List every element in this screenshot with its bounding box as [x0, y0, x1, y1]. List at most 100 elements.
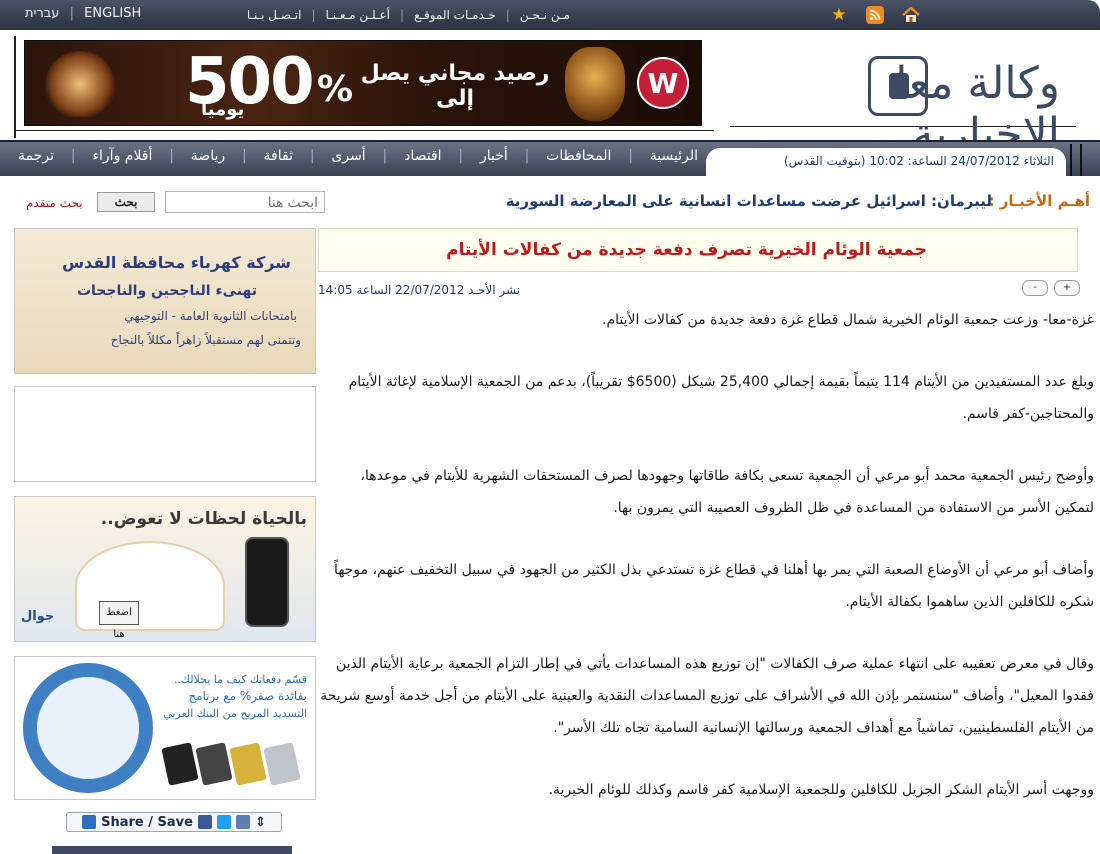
lantern-image — [45, 51, 115, 117]
article-paragraph: وأوضح رئيس الجمعية محمد أبو مرعي أن الجم… — [360, 468, 1094, 516]
article-paragraph: وبلغ عدد المستفيدين من الأيتام 114 يتيما… — [348, 374, 1094, 422]
lang-separator: | — [69, 6, 74, 21]
article-paragraph: وقال في معرض تعقيبه على انتهاء عملية صرف… — [320, 656, 1094, 736]
frame-line — [1070, 144, 1072, 176]
ad-line: شركة كهرباء محافظة القدس — [62, 253, 291, 272]
facebook-icon — [197, 815, 212, 829]
ad-line: بفائدة صفر% مع برنامج — [188, 689, 307, 703]
star-icon[interactable]: ★ — [830, 6, 848, 24]
nav-item-translation[interactable]: ترجمة — [18, 148, 54, 164]
top-link-separator: | — [505, 8, 510, 22]
advanced-search-link[interactable]: بحث متقدم — [26, 196, 83, 210]
date-day: الثلاثاء — [1023, 154, 1054, 168]
jawwal-logo: جوال — [21, 609, 55, 624]
site-logo[interactable]: وكالة معا الاخبارية — [740, 52, 1061, 160]
card-image — [229, 742, 267, 786]
frame-line — [14, 36, 16, 138]
lang-english-link[interactable]: ENGLISH — [81, 6, 144, 21]
card-image — [195, 742, 233, 786]
ad-line: تهنىء الناجحين والناجحات — [76, 283, 257, 299]
ad-line: بامتحانات الثانوية العامة - التوجيهي — [124, 309, 297, 323]
nav-menu: الرئيسية | المحافظات | أخبار | اقتصاد | … — [18, 148, 698, 164]
phone-image — [245, 537, 289, 627]
frame-line — [14, 130, 714, 131]
home-icon[interactable] — [902, 6, 920, 24]
main-nav: الثلاثاء 24/07/2012 الساعة: 10:02 (بتوقي… — [0, 140, 1100, 178]
nav-item-governorates[interactable]: المحافظات — [546, 148, 611, 164]
top-icons: ★ — [830, 6, 920, 24]
top-link-about[interactable]: مـن نـحـن — [520, 8, 570, 22]
empty-ad-slot — [14, 386, 316, 482]
top-link-contact[interactable]: اتـصـل بـنـا — [247, 8, 302, 22]
nav-item-culture[interactable]: ثقافة — [264, 148, 293, 164]
teapot-image — [565, 47, 625, 121]
nav-separator: | — [458, 148, 464, 164]
date-time-display: الثلاثاء 24/07/2012 الساعة: 10:02 (بتوقي… — [706, 148, 1066, 178]
nav-item-opinions[interactable]: أقلام وآراء — [92, 148, 152, 164]
jawwal-ad[interactable]: بالحياة لحظات لا تعوض.. جوال اضغط هنا — [14, 496, 316, 642]
arab-bank-ad[interactable]: قسّم دفعاتك كيف ما يحلالك.. بفائدة صفر% … — [14, 656, 316, 800]
nav-item-economy[interactable]: اقتصاد — [404, 148, 441, 164]
timezone: (بتوقيت القدس) — [784, 154, 866, 168]
ad-line: وتتمنى لهم مستقبلاً زاهراً مكللاً بالنجا… — [110, 333, 301, 347]
ticker-label: أهـم الأخبـار : — [988, 192, 1090, 210]
twitter-icon — [216, 815, 231, 829]
press-here-button[interactable]: اضغط هنا — [99, 601, 139, 640]
time-label: الساعة: — [907, 154, 947, 168]
email-icon — [235, 815, 250, 829]
top-link-separator: | — [311, 8, 316, 22]
wataniya-banner-ad[interactable]: 500 % يومياً رصيد مجاني يصل إلى W — [24, 40, 702, 126]
font-increase-button[interactable]: + — [1054, 280, 1080, 296]
font-decrease-button[interactable]: - — [1022, 280, 1048, 296]
top-bar: עברית | ENGLISH مـن نـحـن | خـدمـات المو… — [0, 0, 1100, 30]
ticker-headline-link[interactable]: ليبرمان: اسرائيل عرضت مساعدات انسانية عل… — [506, 192, 992, 210]
nav-separator: | — [382, 148, 388, 164]
sidebar-bottom-bar — [52, 846, 292, 854]
search-input[interactable] — [165, 191, 325, 213]
frame-line — [1080, 144, 1082, 176]
banner-percent: % — [317, 69, 354, 110]
ring-graphic — [23, 663, 153, 793]
top-links: مـن نـحـن | خـدمـات الموقـع | أعـلـن مـع… — [180, 8, 570, 22]
nav-item-sports[interactable]: رياضة — [191, 148, 225, 164]
chevron-updown-icon: ⇕ — [254, 814, 266, 830]
date-value: 24/07/2012 — [950, 154, 1020, 168]
nav-separator: | — [309, 148, 315, 164]
search-button[interactable]: بحث — [97, 192, 155, 212]
card-image — [263, 742, 301, 786]
plus-icon — [82, 815, 97, 829]
jerusalem-electric-ad[interactable]: شركة كهرباء محافظة القدس تهنىء الناجحين … — [14, 228, 316, 374]
banner-period: يومياً — [201, 99, 245, 120]
site-header: 500 % يومياً رصيد مجاني يصل إلى W وكالة … — [0, 30, 1100, 160]
nav-separator: | — [241, 148, 247, 164]
font-size-tools: - + — [1022, 280, 1080, 296]
cake-image — [75, 541, 225, 631]
top-link-services[interactable]: خـدمـات الموقـع — [414, 8, 496, 22]
nav-item-news[interactable]: أخبار — [480, 148, 508, 164]
language-switcher: עברית | ENGLISH — [22, 6, 144, 21]
card-image — [161, 742, 199, 786]
ad-line: التسديد المريح من البنك العربي — [163, 707, 307, 720]
article-meta: نشر الأحـد 22/07/2012 الساعة 14:05 — [318, 283, 521, 297]
top-link-advertise[interactable]: أعـلـن مـعـنـا — [326, 8, 391, 22]
nav-endcap — [1066, 142, 1100, 178]
nav-item-prisoners[interactable]: أسرى — [331, 148, 365, 164]
news-ticker-row: أهـم الأخبـار : ليبرمان: اسرائيل عرضت مس… — [0, 178, 1100, 226]
share-save-button[interactable]: Share / Save ⇕ — [66, 812, 282, 832]
article-paragraph: ووجهت أسر الأيتام الشكر الجزيل للكافلين … — [548, 782, 1094, 798]
credit-cards-image — [161, 742, 305, 786]
article-body: غزة-معا- وزعت جمعية الوئام الخيرية شمال … — [318, 304, 1094, 836]
rss-icon[interactable] — [866, 6, 884, 24]
top-link-separator: | — [400, 8, 405, 22]
nav-separator: | — [628, 148, 633, 164]
share-label: Share / Save — [101, 814, 193, 830]
article-paragraph: وأضاف أبو مرعي أن الأوضاع الصعبة التي يم… — [334, 562, 1094, 610]
article-title-box: جمعية الوئام الخيرية تصرف دفعة جديدة من … — [318, 228, 1078, 272]
nav-item-home[interactable]: الرئيسية — [650, 148, 698, 164]
ad-tagline: بالحياة لحظات لا تعوض.. — [100, 509, 307, 529]
lang-hebrew-link[interactable]: עברית — [22, 6, 62, 21]
banner-headline: رصيد مجاني يصل إلى — [360, 61, 550, 111]
nav-separator: | — [169, 148, 174, 164]
nav-separator: | — [524, 148, 530, 164]
brand-logo: W — [637, 57, 689, 109]
